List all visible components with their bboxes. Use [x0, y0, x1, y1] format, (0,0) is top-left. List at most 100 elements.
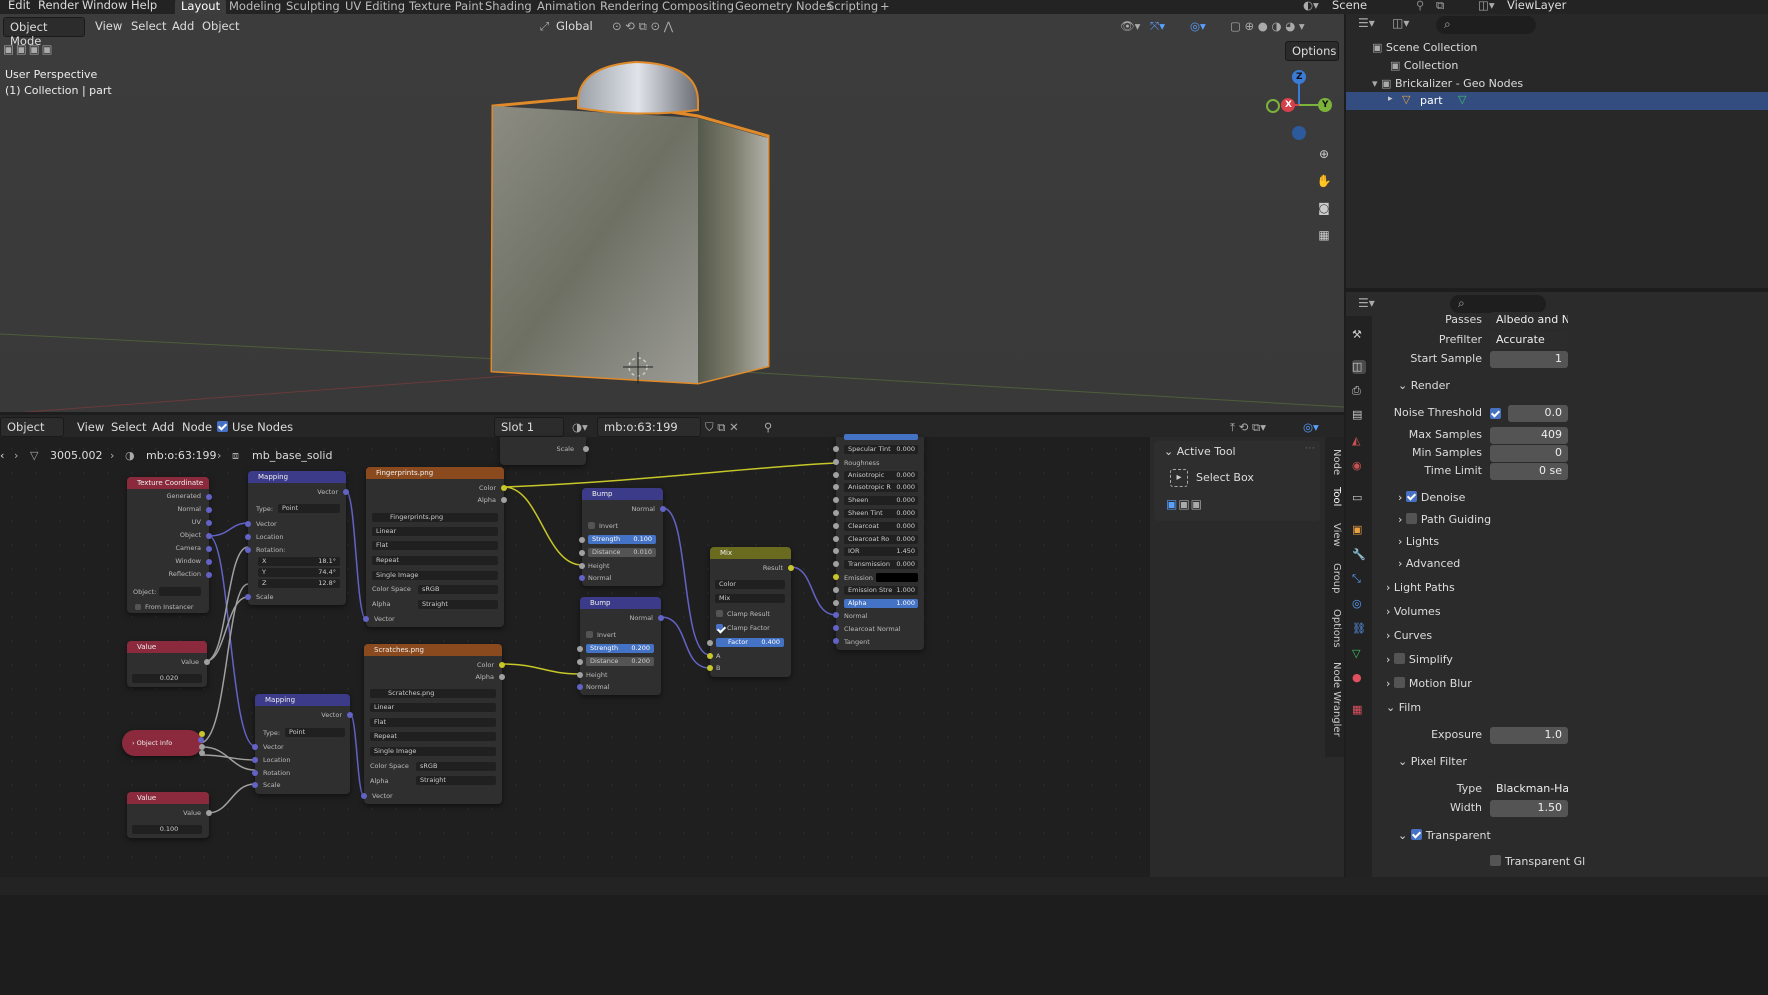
menu-select[interactable]: Select	[131, 19, 166, 33]
blend-mode-dropdown[interactable]: Mix	[715, 594, 785, 603]
factor-field[interactable]: Factor 0.400	[716, 638, 784, 647]
outliner-item-collection[interactable]: ▣ Collection	[1390, 59, 1458, 72]
view-layer-icon[interactable]: ◫▾	[1478, 0, 1495, 12]
render-section-header[interactable]: ⌄ Render	[1398, 379, 1450, 392]
socket[interactable]	[206, 546, 212, 552]
properties-editor-type-icon[interactable]: ☰▾	[1358, 296, 1375, 310]
camera-icon[interactable]: ◙	[1315, 199, 1333, 217]
socket[interactable]	[833, 458, 839, 465]
bsdf-field-7[interactable]: Clearcoat Ro 0.000	[844, 534, 918, 544]
node-mapping-2[interactable]: Mapping Vector Type: Point Vector Locati…	[252, 694, 353, 794]
node-value-2[interactable]: Value Value 0.100	[127, 792, 212, 838]
start-sample-field[interactable]: 1	[1490, 351, 1568, 368]
socket[interactable]	[363, 616, 369, 622]
texture-tab-icon[interactable]: ▦	[1352, 703, 1366, 717]
material-tab-icon[interactable]: ●	[1352, 671, 1366, 685]
transparent-subpanel[interactable]: ⌄ Transparent	[1398, 829, 1491, 842]
socket[interactable]	[583, 446, 589, 452]
socket[interactable]	[833, 638, 839, 644]
socket[interactable]	[199, 750, 205, 756]
socket[interactable]	[579, 575, 585, 581]
socket[interactable]	[788, 565, 794, 571]
ne-menu-node[interactable]: Node	[182, 420, 212, 434]
ne-menu-add[interactable]: Add	[152, 420, 174, 434]
prefilter-dropdown[interactable]: Accurate	[1490, 332, 1568, 349]
add-workspace-button[interactable]: +	[874, 0, 896, 14]
constraints-tab-icon[interactable]: ⛓	[1352, 622, 1366, 636]
passes-dropdown[interactable]: Albedo and Norm	[1490, 312, 1568, 329]
clamp-result-checkbox[interactable]: Clamp Result	[716, 610, 770, 618]
socket[interactable]	[204, 659, 210, 665]
socket[interactable]	[833, 471, 839, 478]
node-object-info[interactable]: › Object Info	[122, 730, 205, 756]
source-dropdown[interactable]: Single Image	[372, 571, 498, 580]
socket[interactable]	[252, 744, 258, 750]
bsdf-field-8[interactable]: IOR 1.450	[844, 547, 918, 557]
material-actions-icon[interactable]: ⛉ ⧉ ✕	[705, 420, 739, 435]
socket[interactable]	[833, 446, 839, 452]
tab-animation[interactable]: Animation	[531, 0, 602, 14]
gizmo-toggle-icon[interactable]: ⤧▾	[1150, 19, 1165, 34]
bsdf-field-3[interactable]: Anisotropic R 0.000	[844, 483, 918, 493]
ne-snap-icons[interactable]: ⤒ ⟲ ⧉▾	[1230, 420, 1266, 435]
options-dropdown[interactable]: Options	[1285, 41, 1339, 61]
rotation-x-field[interactable]: X 18.1°	[258, 557, 340, 566]
rotation-y-field[interactable]: Y 74.4°	[258, 568, 340, 577]
node-texture-coordinate[interactable]: Texture Coordinate Generated Normal UV O…	[127, 477, 212, 613]
source-dropdown[interactable]: Single Image	[370, 747, 496, 756]
data-tab-icon[interactable]: ▽	[1352, 647, 1366, 661]
socket[interactable]	[501, 485, 507, 491]
viewport-3d[interactable]: Z Y X ⊕ ✋ ◙ ▦ User Perspective (1) Colle…	[0, 14, 1344, 412]
color-space-dropdown[interactable]: sRGB	[416, 762, 496, 771]
invert-checkbox[interactable]: Invert	[586, 631, 616, 639]
editor-type-dropdown[interactable]: Object	[0, 417, 64, 437]
pixel-filter-subpanel[interactable]: ⌄ Pixel Filter	[1398, 755, 1467, 768]
invert-checkbox[interactable]: Invert	[588, 522, 618, 530]
socket[interactable]	[579, 563, 585, 569]
interpolation-dropdown[interactable]: Linear	[372, 527, 498, 536]
socket[interactable]	[577, 684, 583, 690]
strength-field[interactable]: Strength 0.100	[588, 535, 656, 544]
modifier-tab-icon[interactable]: 🔧	[1352, 548, 1366, 562]
bsdf-field-6[interactable]: Clearcoat 0.000	[844, 521, 918, 531]
tab-compositing[interactable]: Compositing	[656, 0, 740, 14]
socket[interactable]	[577, 646, 583, 652]
data-type-dropdown[interactable]: Color	[715, 580, 785, 589]
drag-handle-icon[interactable]: ⋯	[1305, 443, 1315, 454]
socket[interactable]	[833, 510, 839, 516]
image-file-field[interactable]: Scratches.png	[370, 689, 496, 698]
node-value-1[interactable]: Value Value 0.020	[127, 641, 210, 687]
pin-icon[interactable]: ⚲	[764, 420, 772, 434]
projection-dropdown[interactable]: Flat	[370, 718, 496, 727]
color-space-dropdown[interactable]: sRGB	[418, 585, 498, 594]
sidebar-tab-node[interactable]: Node	[1327, 449, 1342, 475]
volumes-section[interactable]: › Volumes	[1386, 605, 1441, 618]
rotation-z-field[interactable]: Z 12.8°	[258, 579, 340, 588]
max-samples-field[interactable]: 409	[1490, 427, 1568, 444]
min-samples-field[interactable]: 0	[1490, 445, 1568, 462]
film-section[interactable]: ⌄ Film	[1386, 701, 1421, 714]
socket[interactable]	[833, 612, 839, 619]
socket[interactable]	[252, 757, 258, 763]
scene-tab-icon[interactable]: ◭	[1352, 434, 1366, 448]
node-image-fingerprints[interactable]: Fingerprints.png Color Alpha Fingerprint…	[363, 467, 507, 627]
interpolation-dropdown[interactable]: Linear	[370, 703, 496, 712]
socket[interactable]	[833, 599, 839, 606]
pivot-icon[interactable]: ⊙ ⟲ ⧉ ⊙ ⋀	[612, 19, 673, 34]
material-name-field[interactable]: mb:o:63:199	[597, 417, 701, 437]
bsdf-field-9[interactable]: Transmission 0.000	[844, 560, 918, 570]
new-scene-icon[interactable]: ⧉	[1436, 0, 1444, 13]
socket[interactable]	[206, 559, 212, 565]
socket[interactable]	[833, 548, 839, 555]
view-layer-tab-icon[interactable]: ▤	[1352, 408, 1366, 422]
socket[interactable]	[198, 737, 204, 743]
advanced-subpanel[interactable]: › Advanced	[1398, 557, 1460, 570]
ne-overlay-icon[interactable]: ◎▾	[1303, 420, 1319, 434]
value-field[interactable]: 0.020	[132, 674, 202, 683]
world-tab-icon[interactable]: ◉	[1352, 459, 1366, 473]
tab-sculpting[interactable]: Sculpting	[280, 0, 346, 14]
menu-render[interactable]: Render	[38, 0, 79, 12]
extension-dropdown[interactable]: Repeat	[372, 556, 498, 565]
socket[interactable]	[577, 672, 583, 678]
socket[interactable]	[206, 520, 212, 526]
